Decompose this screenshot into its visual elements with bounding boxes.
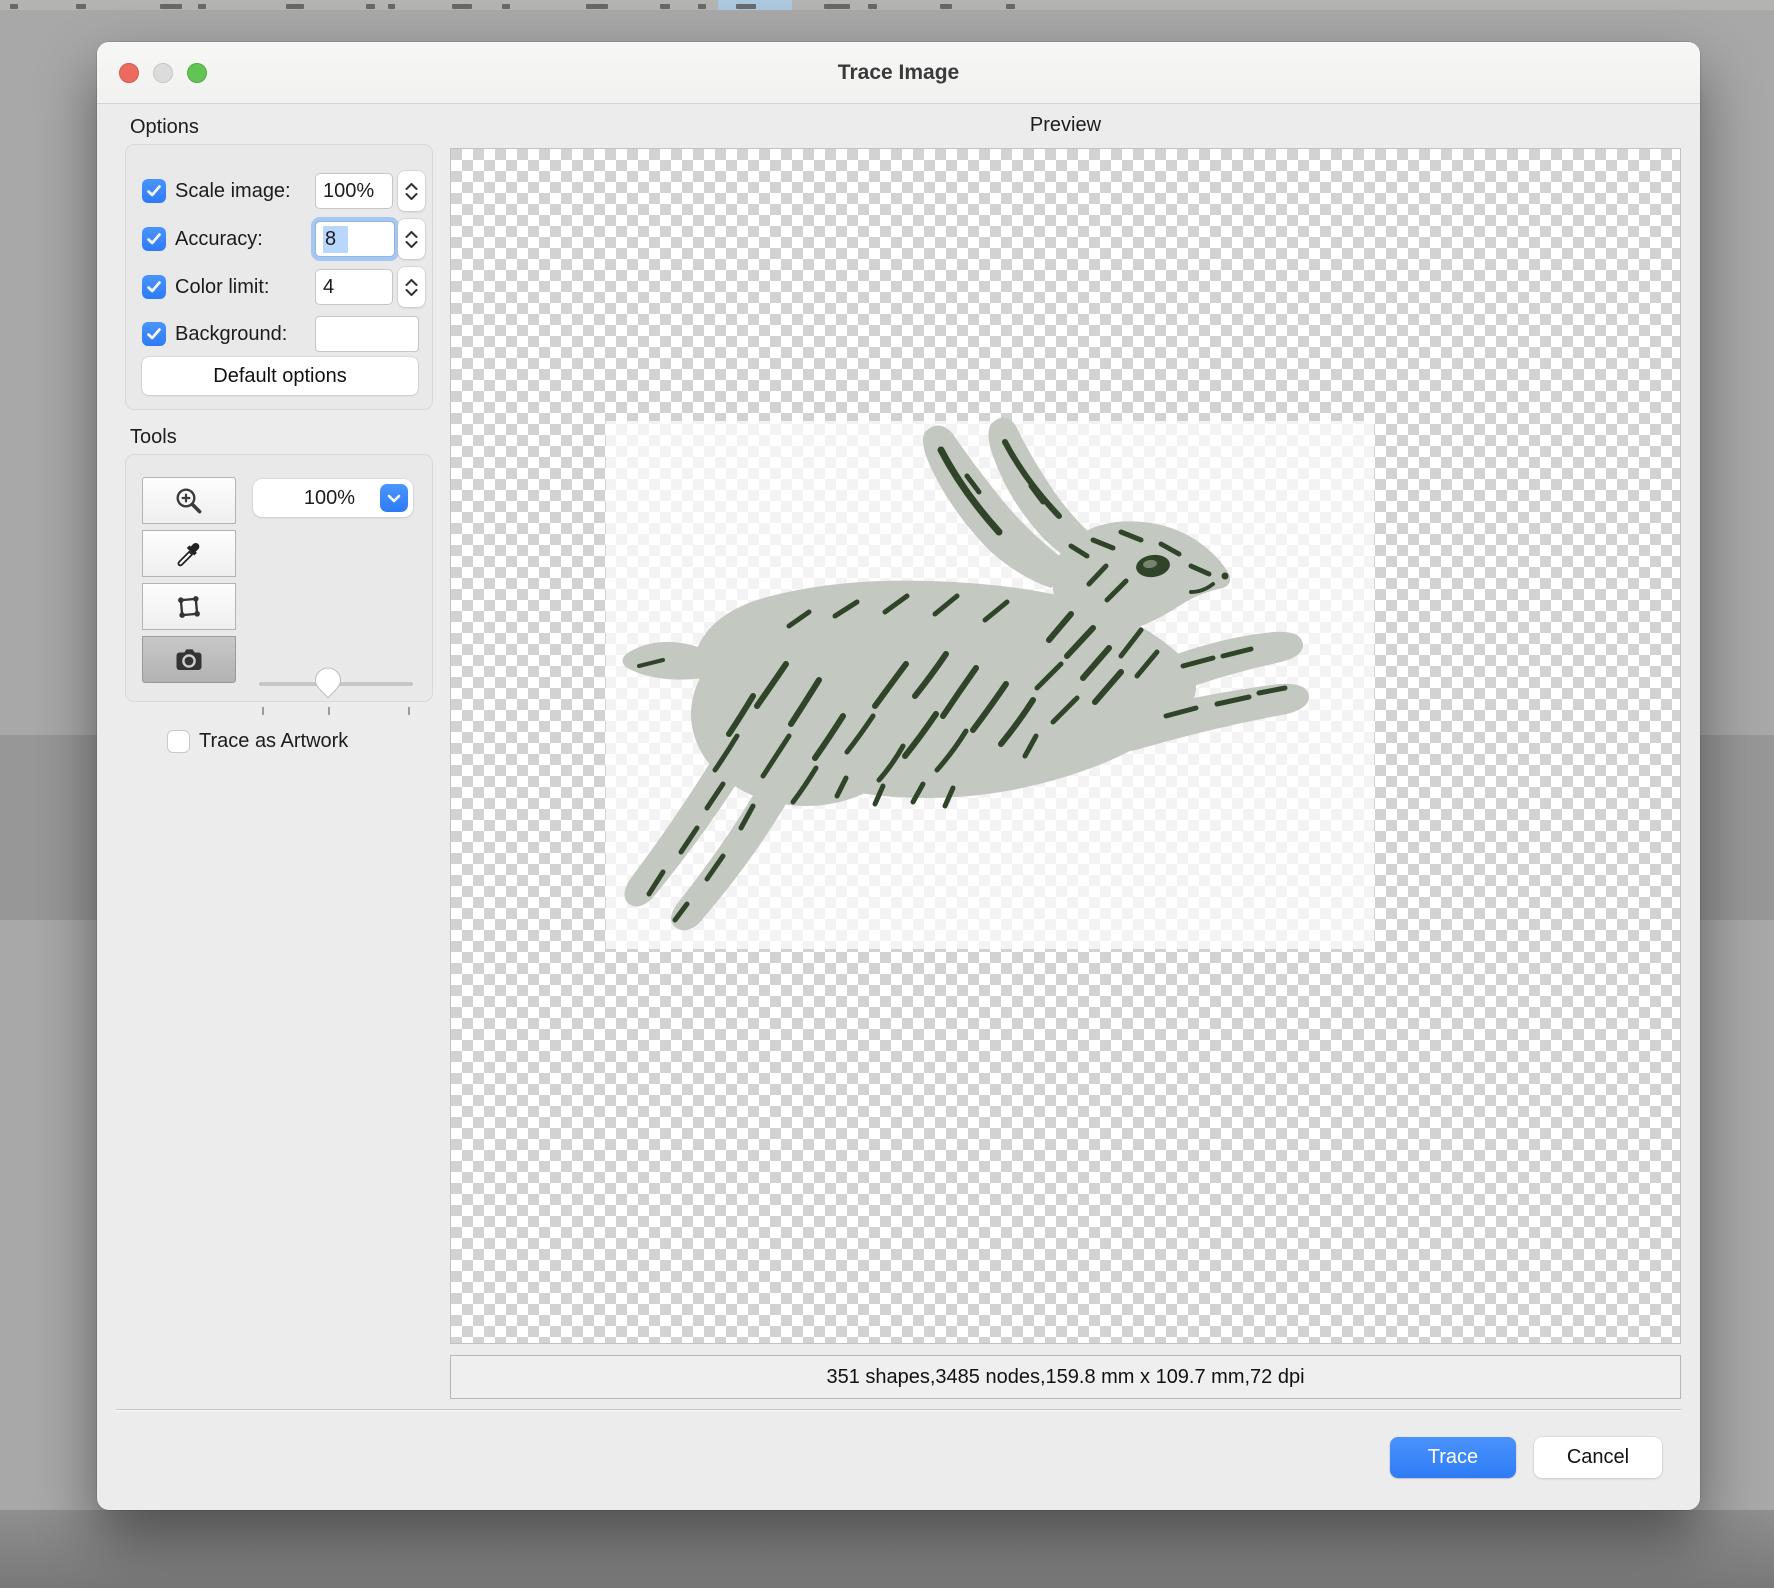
trace-as-artwork-row: Trace as Artwork [167,730,348,753]
default-options-button[interactable]: Default options [142,357,418,395]
desktop-bottom [0,1510,1774,1588]
background-label: Background: [175,323,287,346]
stepper-up-icon [405,183,418,190]
scale-image-label: Scale image: [175,180,291,203]
preview-zoom-select[interactable]: 100% [253,479,413,517]
tools-group: 100% [125,454,433,702]
footer-separator [116,1409,1681,1411]
preview-section-label: Preview [450,114,1681,137]
slider-thumb[interactable] [314,667,342,704]
accuracy-stepper[interactable] [398,219,425,259]
color-limit-stepper[interactable] [398,267,425,307]
dialog-title: Trace Image [97,42,1700,103]
camera-icon [172,644,206,676]
stepper-up-icon [405,279,418,286]
screen: Trace Image Options Scale image: 100% [0,0,1774,1588]
accuracy-value-selected: 8 [323,226,348,253]
color-limit-field[interactable]: 4 [315,269,393,305]
preview-canvas[interactable] [450,148,1681,1344]
chevron-down-icon [380,484,408,512]
eyedropper-tool-button[interactable] [142,530,236,577]
stepper-down-icon [405,241,418,248]
tools-section-label: Tools [130,426,177,449]
zoom-slider[interactable] [259,667,413,713]
checkmark-icon [147,328,161,340]
cancel-button[interactable]: Cancel [1534,1437,1662,1478]
color-limit-label: Color limit: [175,276,269,299]
checkmark-icon [147,281,161,293]
stepper-down-icon [405,193,418,200]
trace-statusbar: 351 shapes,3485 nodes,159.8 mm x 109.7 m… [450,1355,1681,1399]
trace-region-tool-button[interactable] [142,583,236,630]
trace-status-text: 351 shapes,3485 nodes,159.8 mm x 109.7 m… [826,1366,1304,1389]
background-color-swatch[interactable] [315,316,419,352]
background-checkbox[interactable] [142,322,166,346]
accuracy-checkbox[interactable] [142,227,166,251]
trace-as-artwork-checkbox[interactable] [167,730,190,753]
titlebar: Trace Image [97,42,1700,104]
options-section-label: Options [130,116,199,139]
accuracy-label: Accuracy: [175,228,263,251]
traced-hare-image [601,416,1311,941]
stepper-up-icon [405,231,418,238]
trace-region-icon [173,591,205,623]
background-tabstrip [0,0,1774,10]
eyedropper-icon [173,538,205,570]
scale-image-value: 100% [323,180,374,203]
camera-tool-button[interactable] [142,636,236,683]
options-group: Scale image: 100% Accuracy: 8 [125,144,433,410]
zoom-in-icon [173,485,205,517]
trace-as-artwork-label: Trace as Artwork [199,730,348,753]
accuracy-field[interactable]: 8 [315,221,395,257]
preview-zoom-value: 100% [253,487,380,510]
trace-button[interactable]: Trace [1390,1437,1516,1478]
scale-image-field[interactable]: 100% [315,173,393,209]
checkmark-icon [147,233,161,245]
stepper-down-icon [405,289,418,296]
zoom-tool-button[interactable] [142,477,236,524]
trace-image-dialog: Trace Image Options Scale image: 100% [97,42,1700,1510]
color-limit-checkbox[interactable] [142,275,166,299]
checkmark-icon [147,185,161,197]
color-limit-value: 4 [323,276,334,299]
scale-image-stepper[interactable] [398,171,425,211]
scale-image-checkbox[interactable] [142,179,166,203]
